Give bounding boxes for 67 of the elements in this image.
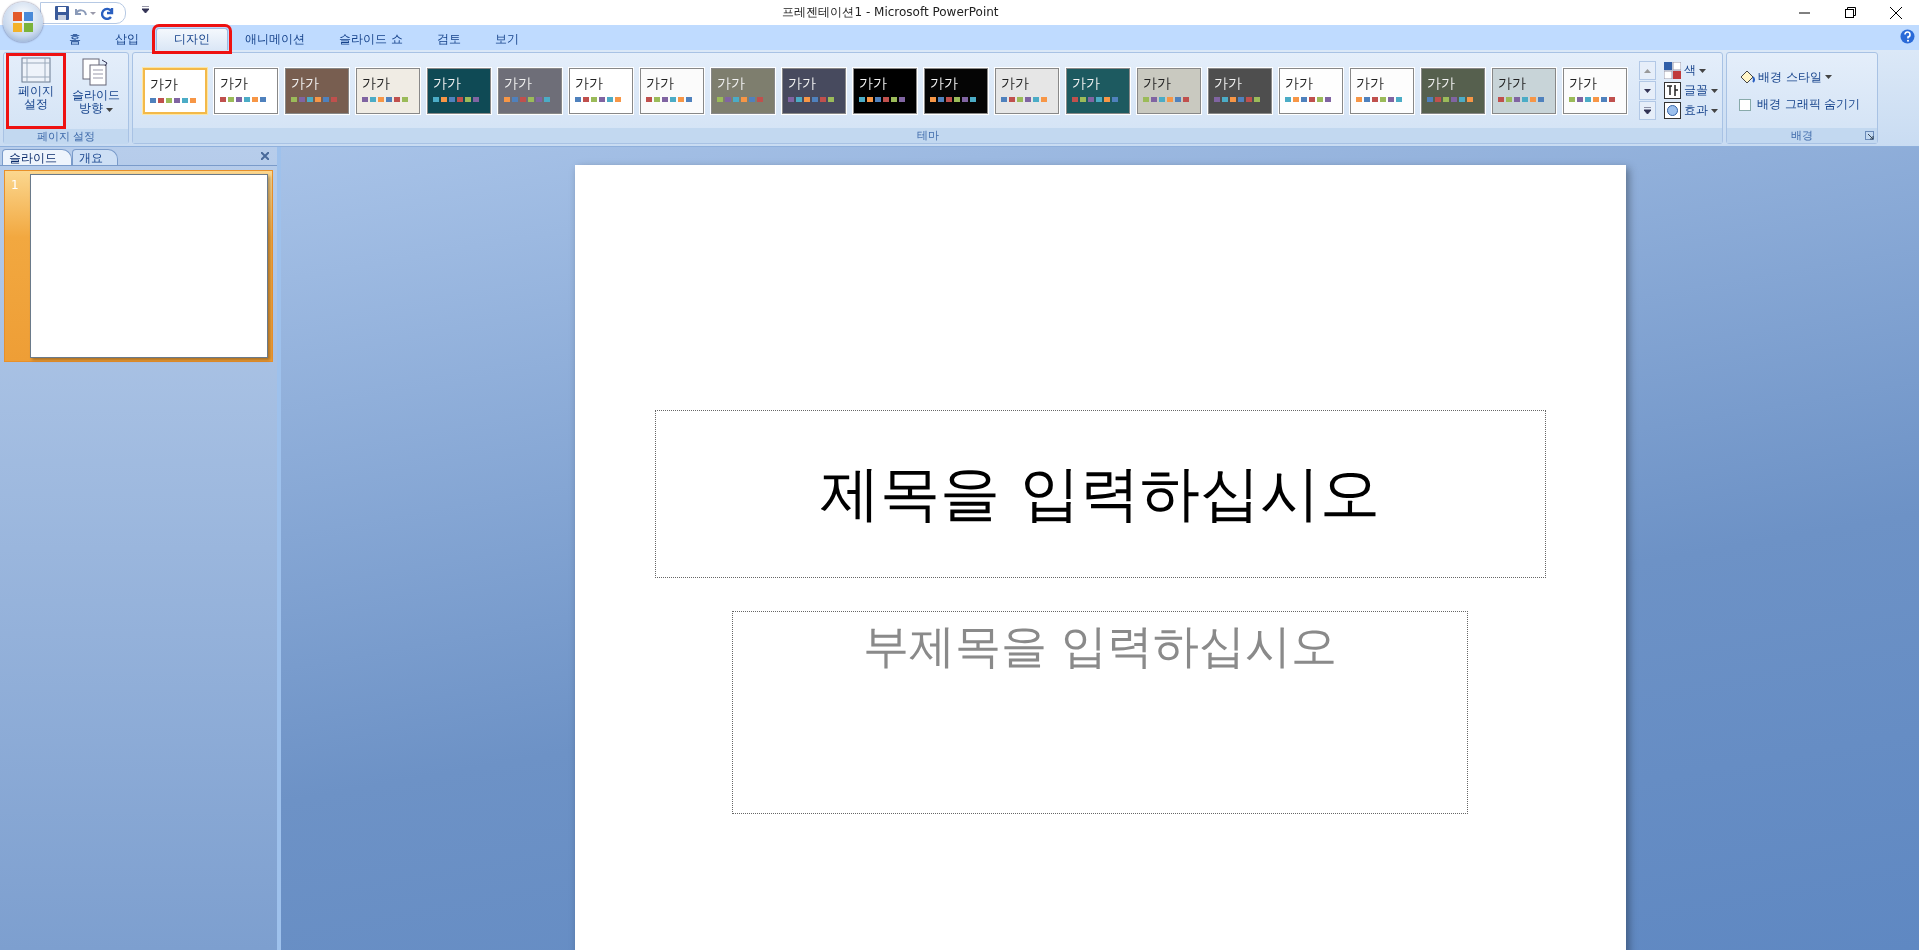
down-arrow-icon — [1644, 88, 1651, 93]
ribbon-tab[interactable]: 삽입 — [98, 28, 156, 50]
office-button[interactable] — [3, 2, 43, 42]
hide-graphics-checkbox[interactable]: 배경 그래픽 숨기기 — [1739, 97, 1861, 112]
theme-thumbnail[interactable]: 가가 — [1563, 67, 1627, 114]
theme-thumbnail[interactable]: 가가 — [214, 67, 278, 114]
save-icon[interactable] — [55, 6, 69, 20]
pane-tab[interactable]: 슬라이드 — [2, 149, 72, 165]
more-button[interactable] — [1639, 101, 1656, 120]
theme-thumbnail[interactable]: 가가 — [1350, 67, 1414, 114]
office-logo-icon — [12, 11, 34, 33]
group-label: 페이지 설정 — [4, 129, 128, 144]
theme-thumbnail[interactable]: 가가 — [143, 67, 207, 114]
minimize-icon[interactable] — [1798, 11, 1810, 14]
close-icon[interactable] — [1890, 6, 1902, 19]
theme-thumbnail[interactable]: 가가 — [1137, 67, 1201, 114]
theme-thumbnail[interactable]: 가가 — [711, 67, 775, 114]
color-palette-icon — [1664, 62, 1681, 79]
theme-thumbnail[interactable]: 가가 — [1208, 67, 1272, 114]
page-frame-icon — [21, 57, 51, 83]
theme-thumbnail[interactable]: 가가 — [285, 67, 349, 114]
group-label: 배경 — [1791, 129, 1813, 142]
redo-icon[interactable] — [101, 6, 115, 20]
theme-thumbnail[interactable]: 가가 — [853, 67, 917, 114]
theme-thumbnail[interactable]: 가가 — [924, 67, 988, 114]
slide-thumbnail[interactable] — [30, 174, 268, 358]
ribbon-tab[interactable]: 슬라이드 쇼 — [322, 28, 420, 50]
theme-thumbnail[interactable]: 가가 — [995, 67, 1059, 114]
font-letter-icon — [1664, 82, 1681, 99]
theme-option-button[interactable]: 색 — [1664, 62, 1718, 79]
effects-circle-icon — [1664, 102, 1681, 119]
group-label: 테마 — [133, 128, 1722, 143]
theme-thumbnail[interactable]: 가가 — [1066, 67, 1130, 114]
dropdown-caret-icon — [1699, 68, 1706, 73]
customize-toolbar-icon[interactable] — [142, 6, 149, 14]
title-placeholder[interactable]: 제목을 입력하십시오 — [654, 410, 1546, 578]
theme-thumbnail[interactable]: 가가 — [640, 67, 704, 114]
theme-thumbnail[interactable]: 가가 — [1279, 67, 1343, 114]
background-style-button[interactable]: 배경 스타일 — [1739, 69, 1861, 85]
scroll-down-button[interactable] — [1639, 81, 1656, 100]
theme-thumbnail[interactable]: 가가 — [356, 67, 420, 114]
dropdown-caret-icon — [1824, 75, 1832, 79]
theme-thumbnail[interactable]: 가가 — [427, 67, 491, 114]
theme-thumbnail[interactable]: 가가 — [782, 67, 846, 114]
theme-thumbnail[interactable]: 가가 — [1492, 67, 1556, 114]
theme-thumbnail[interactable]: 가가 — [498, 67, 562, 114]
ribbon-button[interactable]: 슬라이드 방향 — [68, 55, 124, 127]
theme-option-button[interactable]: 효과 — [1664, 102, 1718, 119]
dropdown-caret-icon — [1711, 108, 1718, 113]
theme-option-button[interactable]: 글꼴 — [1664, 82, 1718, 99]
paint-bucket-icon — [1739, 69, 1755, 85]
theme-thumbnail[interactable]: 가가 — [1421, 67, 1485, 114]
window-title: 프레젠테이션1 - Microsoft PowerPoint — [782, 4, 999, 21]
ribbon-button[interactable]: 페이지 설정 — [8, 55, 64, 127]
dropdown-caret-icon — [1711, 88, 1718, 93]
ribbon-tab[interactable]: 홈 — [52, 28, 98, 50]
theme-thumbnail[interactable]: 가가 — [569, 67, 633, 114]
up-arrow-icon — [1644, 68, 1651, 73]
pane-tab[interactable]: 개요 — [72, 149, 118, 165]
dialog-launcher-icon[interactable] — [1865, 131, 1874, 140]
expand-arrow-icon — [1644, 107, 1651, 114]
help-icon[interactable] — [1900, 29, 1915, 44]
ribbon-tab[interactable]: 보기 — [477, 28, 536, 50]
ribbon-tab[interactable]: 애니메이션 — [228, 28, 322, 50]
slide-number: 1 — [10, 177, 20, 194]
ribbon-tab[interactable]: 검토 — [419, 28, 478, 50]
restore-icon[interactable] — [1844, 7, 1856, 18]
